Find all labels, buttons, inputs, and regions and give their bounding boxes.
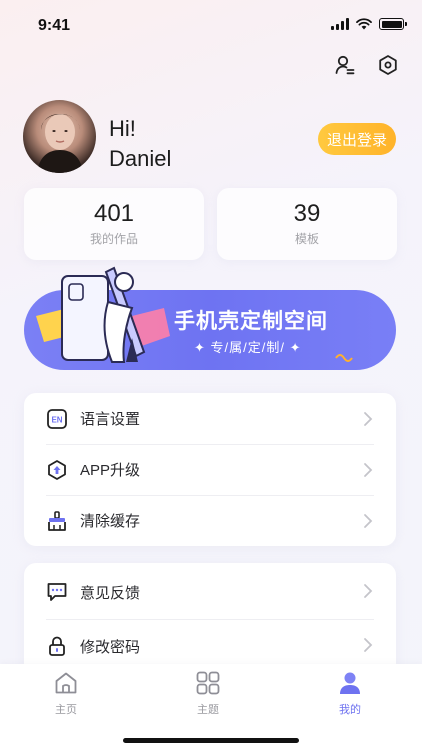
battery-icon [379, 18, 407, 30]
tab-themes[interactable]: 主题 [168, 670, 248, 717]
cellular-signal-icon [331, 18, 349, 30]
chevron-right-icon [362, 410, 374, 428]
stat-value: 401 [93, 200, 135, 227]
tab-label: 我的 [339, 704, 361, 716]
menu-item-clear-cache[interactable]: 清除缓存 [24, 495, 396, 546]
stat-label: 模板 [294, 232, 319, 246]
tab-label: 主页 [55, 704, 77, 716]
menu-label: 意见反馈 [80, 584, 141, 602]
stat-templates[interactable]: 39 模板 [217, 188, 397, 260]
language-icon: EN [46, 408, 68, 430]
menu-label: 清除缓存 [80, 513, 141, 530]
greeting: Hi! Daniel [109, 114, 171, 174]
settings-menu-card: EN 语言设置 APP升级 清除缓存 [24, 393, 396, 546]
svg-text:EN: EN [51, 415, 62, 424]
chevron-right-icon [362, 636, 374, 654]
wifi-icon [356, 18, 372, 30]
user-icon [337, 670, 363, 696]
menu-label: APP升级 [80, 462, 141, 479]
menu-item-app-upgrade[interactable]: APP升级 [24, 444, 396, 495]
status-time: 9:41 [38, 17, 71, 34]
upgrade-icon [46, 459, 68, 481]
chevron-right-icon [362, 512, 374, 530]
phone-case-illustration [61, 266, 146, 363]
broom-icon [46, 510, 68, 532]
status-icons [331, 18, 407, 30]
greeting-hi: Hi! [109, 116, 136, 141]
menu-item-language[interactable]: EN 语言设置 [24, 393, 396, 444]
account-menu-card: 意见反馈 修改密码 [24, 563, 396, 673]
custom-case-banner[interactable]: 手机壳定制空间 ✦ 专/属/定/制/ ✦ [24, 266, 396, 370]
chevron-right-icon [362, 582, 374, 600]
stat-value: 39 [293, 200, 321, 227]
banner-title: 手机壳定制空间 [174, 310, 328, 333]
lock-icon [46, 635, 68, 657]
user-switch-icon[interactable] [332, 52, 358, 78]
avatar[interactable] [23, 100, 96, 173]
tab-label: 主题 [197, 704, 219, 716]
stat-label: 我的作品 [89, 232, 138, 246]
feedback-icon [46, 581, 68, 603]
tab-mine[interactable]: 我的 [310, 670, 390, 717]
stat-my-works[interactable]: 401 我的作品 [24, 188, 204, 260]
home-indicator[interactable] [123, 738, 299, 743]
settings-hexagon-icon[interactable] [375, 52, 401, 78]
menu-label: 语言设置 [80, 411, 141, 428]
chevron-right-icon [362, 461, 374, 479]
banner-subtitle: ✦ 专/属/定/制/ ✦ [194, 340, 302, 355]
logout-button[interactable]: 退出登录 [318, 123, 396, 155]
menu-item-feedback[interactable]: 意见反馈 [24, 565, 396, 619]
tab-home[interactable]: 主页 [26, 670, 106, 717]
menu-label: 修改密码 [80, 638, 141, 656]
status-bar: 9:41 [0, 0, 422, 50]
grid-icon [195, 670, 221, 696]
home-icon [53, 670, 79, 696]
user-name: Daniel [109, 146, 172, 171]
